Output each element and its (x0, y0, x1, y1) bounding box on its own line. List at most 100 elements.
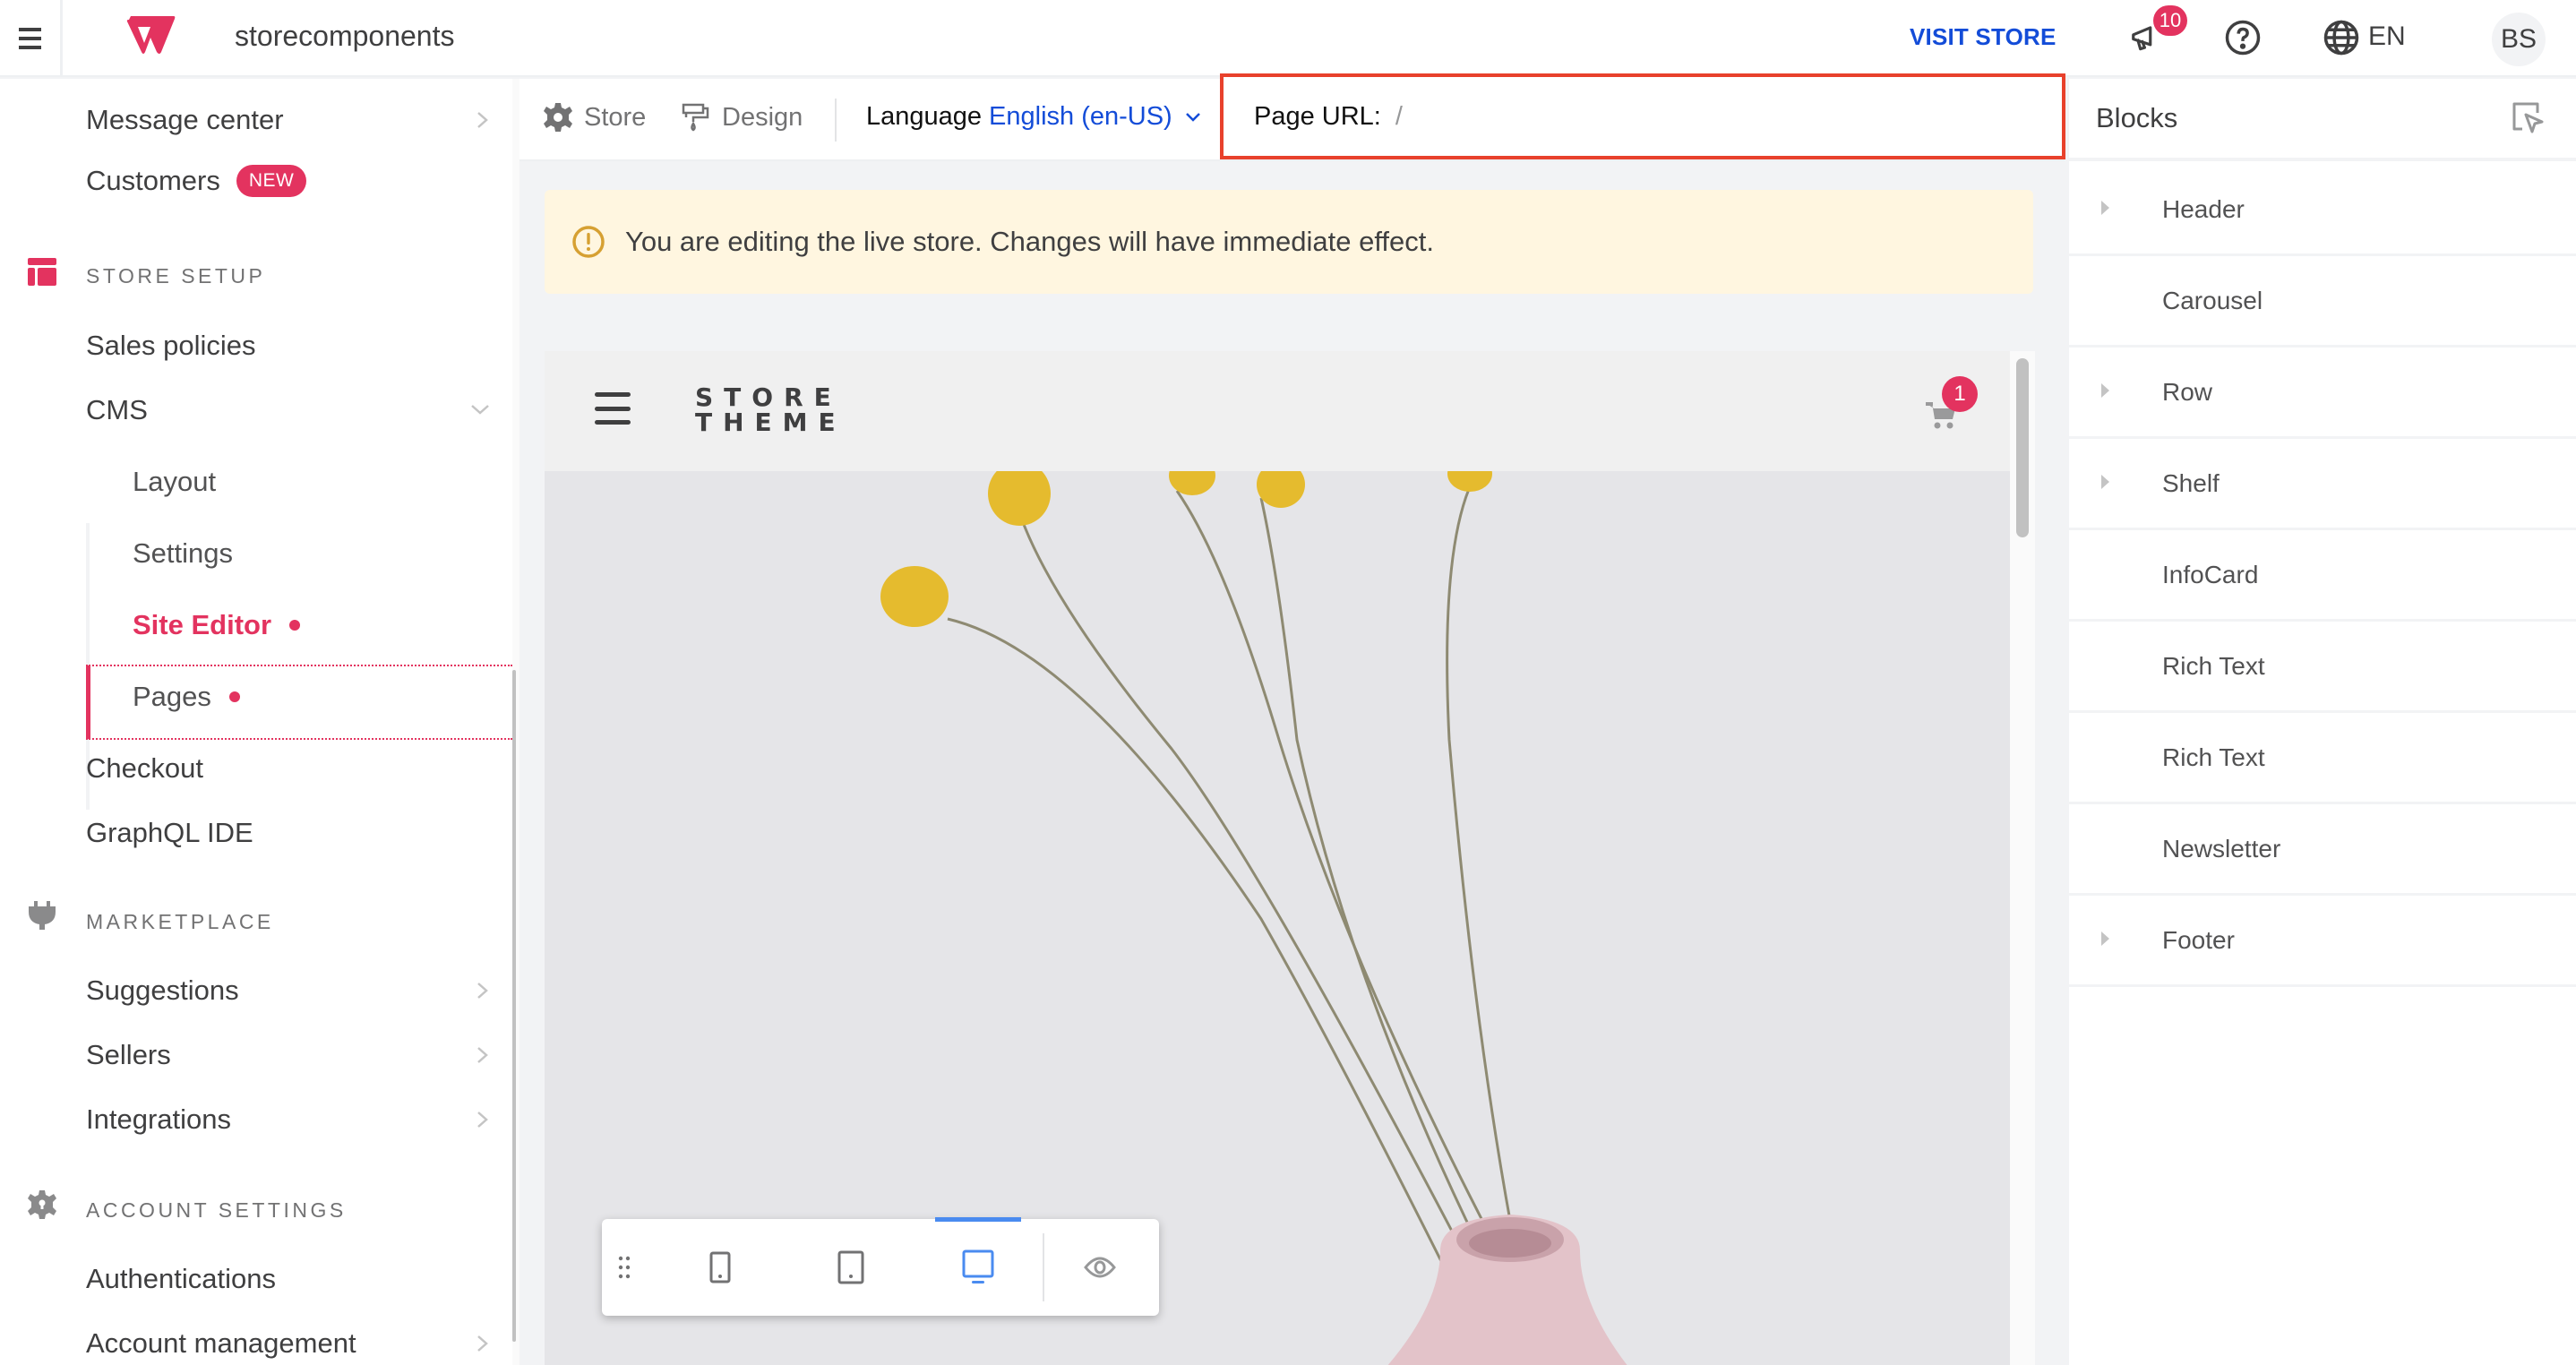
store-settings-button[interactable]: Store (543, 102, 646, 133)
mobile-view-button[interactable] (675, 1219, 765, 1316)
chevron-right-icon (477, 112, 488, 128)
sidebar-item-label: GraphQL IDE (86, 817, 253, 848)
user-avatar[interactable]: BS (2492, 13, 2546, 66)
visit-store-link[interactable]: VISIT STORE (1910, 23, 2057, 51)
sidebar-item-customers[interactable]: Customers NEW (86, 156, 498, 206)
block-item[interactable]: Header (2069, 165, 2576, 256)
sidebar-item-label: Layout (133, 466, 217, 497)
plug-icon (29, 901, 56, 930)
sidebar-item-integrations[interactable]: Integrations (86, 1095, 498, 1145)
sidebar-item-label: Pages (133, 681, 211, 712)
store-preview-frame[interactable]: STORE THEME 1 (545, 351, 2010, 1365)
vtex-logo[interactable] (125, 16, 176, 56)
sidebar-item-sellers[interactable]: Sellers (86, 1030, 498, 1080)
help-button[interactable] (2223, 18, 2263, 57)
blocks-panel: Blocks Header Carousel Row Shelf InfoCard Ric… (2069, 79, 2576, 1365)
help-icon (2225, 20, 2261, 56)
sidebar-scroll-thumb[interactable] (512, 670, 516, 1342)
desktop-view-button[interactable] (933, 1219, 1023, 1316)
sidebar-subitem-site-editor[interactable]: Site Editor (133, 600, 301, 650)
design-label: Design (722, 102, 803, 132)
expand-triangle-icon[interactable] (2101, 475, 2109, 489)
select-block-icon[interactable] (2510, 100, 2546, 136)
store-menu-button[interactable] (595, 392, 631, 425)
block-item[interactable]: Row (2069, 348, 2576, 439)
chevron-down-icon (471, 405, 489, 415)
section-store-setup: STORE SETUP (86, 264, 266, 288)
block-label: Shelf (2162, 469, 2220, 497)
block-item[interactable]: Footer (2069, 896, 2576, 987)
drag-handle[interactable] (602, 1219, 647, 1316)
sidebar-item-label: Suggestions (86, 974, 239, 1006)
block-label: Carousel (2162, 287, 2263, 314)
block-label: Footer (2162, 926, 2235, 954)
store-theme-logo[interactable]: STORE THEME (695, 385, 846, 435)
block-item[interactable]: InfoCard (2069, 530, 2576, 622)
sidebar-item-account-management[interactable]: Account management (86, 1318, 498, 1365)
block-item[interactable]: Rich Text (2069, 713, 2576, 804)
sidebar-item-cms[interactable]: CMS (86, 385, 498, 435)
gear-lock-icon (28, 1190, 56, 1219)
new-badge: NEW (236, 165, 307, 197)
store-logo-line2: THEME (695, 408, 846, 437)
expand-triangle-icon[interactable] (2101, 383, 2109, 398)
paint-roller-icon (682, 103, 709, 132)
block-item[interactable]: Carousel (2069, 256, 2576, 348)
sidebar-subitem-pages[interactable]: Pages (133, 672, 240, 722)
sidebar-scrollbar[interactable] (512, 79, 519, 1365)
device-switcher (602, 1217, 1159, 1316)
expand-triangle-icon[interactable] (2101, 201, 2109, 215)
sidebar-item-checkout[interactable]: Checkout (86, 743, 498, 794)
sidebar-item-graphql-ide[interactable]: GraphQL IDE (86, 808, 498, 858)
blocks-panel-header: Blocks (2069, 79, 2576, 161)
block-item[interactable]: Newsletter (2069, 804, 2576, 896)
sidebar-subitem-layout[interactable]: Layout (133, 457, 216, 507)
warning-text: You are editing the live store. Changes … (625, 226, 1434, 257)
preview-mode-button[interactable] (1055, 1219, 1145, 1316)
store-logo-line1: STORE (695, 382, 842, 412)
toolbar-divider (835, 99, 837, 142)
sidebar: Message center Customers NEW STORE SETUP… (0, 79, 512, 1365)
sidebar-item-authentications[interactable]: Authentications (86, 1254, 498, 1304)
language-select[interactable]: Language English (en-US) (866, 102, 1201, 132)
sidebar-item-sales-policies[interactable]: Sales policies (86, 321, 498, 371)
device-bar-divider (1043, 1233, 1044, 1301)
block-item[interactable]: Rich Text (2069, 622, 2576, 713)
tablet-view-button[interactable] (806, 1219, 896, 1316)
chevron-right-icon (477, 1047, 488, 1063)
store-header: STORE THEME 1 (545, 351, 2010, 471)
page-url-value[interactable]: / (1395, 102, 1403, 132)
account-name: storecomponents (235, 20, 455, 52)
page-url-field[interactable]: Page URL: / (1220, 73, 2065, 159)
sidebar-item-label: Checkout (86, 752, 203, 784)
language-button[interactable] (2322, 18, 2361, 57)
store-label: Store (584, 102, 647, 132)
preview-scrollbar[interactable] (2010, 351, 2035, 1365)
unsaved-dot (228, 691, 240, 702)
desktop-icon (962, 1249, 994, 1283)
chevron-right-icon (477, 1112, 488, 1128)
sidebar-item-label: Settings (133, 537, 234, 569)
sidebar-subitem-settings[interactable]: Settings (133, 528, 233, 579)
block-item[interactable]: Shelf (2069, 439, 2576, 530)
notifications-badge: 10 (2153, 5, 2187, 36)
sidebar-item-label: Integrations (86, 1103, 231, 1135)
sidebar-item-suggestions[interactable]: Suggestions (86, 966, 498, 1016)
cart-count-badge: 1 (1942, 376, 1978, 412)
language-code[interactable]: EN (2368, 21, 2406, 52)
design-button[interactable]: Design (681, 102, 803, 133)
sidebar-item-label: Customers (86, 165, 220, 196)
sidebar-item-label: Account management (86, 1327, 356, 1359)
language-value: English (en-US) (989, 102, 1172, 131)
top-bar: storecomponents VISIT STORE 10 EN BS (0, 0, 2576, 77)
expand-triangle-icon[interactable] (2101, 931, 2109, 946)
blocks-title: Blocks (2096, 102, 2178, 133)
preview-scroll-thumb[interactable] (2016, 358, 2029, 537)
block-label: Rich Text (2162, 743, 2265, 771)
sidebar-item-label: Sales policies (86, 330, 256, 361)
sidebar-item-message-center[interactable]: Message center (86, 95, 498, 145)
tablet-icon (837, 1250, 864, 1284)
sidebar-item-label: Site Editor (133, 609, 272, 640)
menu-toggle-button[interactable] (0, 0, 63, 77)
page-url-label: Page URL: (1254, 101, 1381, 131)
